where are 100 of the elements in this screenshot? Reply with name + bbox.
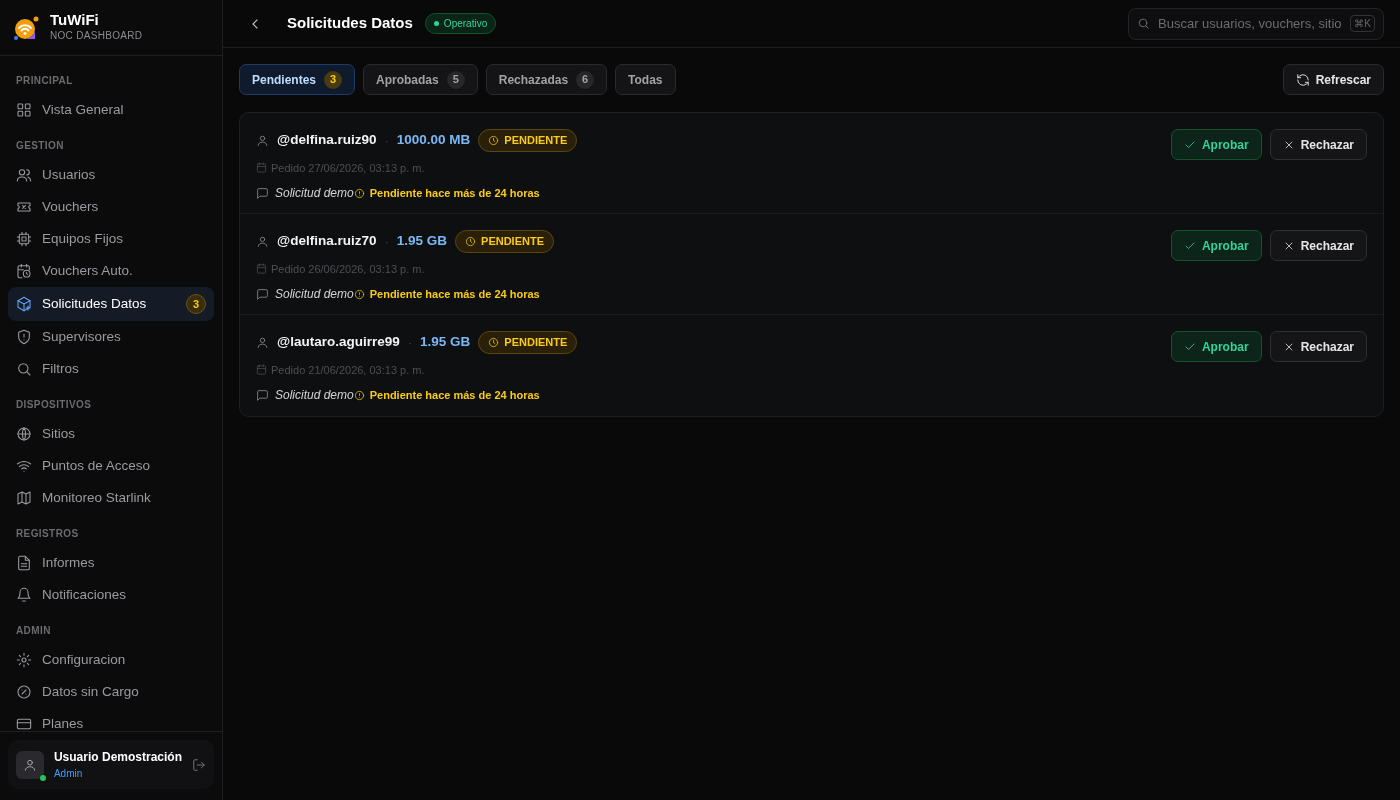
approve-button[interactable]: Aprobar — [1170, 331, 1262, 362]
warning-icon — [353, 187, 365, 199]
filter-tab[interactable]: Rechazadas 6 — [485, 64, 608, 95]
section-heading: PRINCIPAL — [15, 74, 74, 88]
shortcut-key: ⌘K — [1350, 15, 1375, 32]
clock-icon — [488, 134, 500, 146]
request-note: Solicitud demo — [275, 286, 354, 303]
sidebar-item[interactable]: Monitoreo Starlink — [8, 482, 214, 514]
ticket-icon — [16, 199, 32, 215]
reject-button[interactable]: Rechazar — [1269, 230, 1367, 261]
user-icon — [256, 234, 269, 248]
clock-icon — [465, 235, 477, 247]
request-date: Pedido 27/06/2026, 03:13 p. m. — [271, 160, 425, 176]
chip-icon — [16, 231, 32, 247]
sidebar-item[interactable]: Planes — [8, 708, 214, 731]
refresh-button[interactable]: Refrescar — [1282, 64, 1384, 95]
filter-tab[interactable]: Aprobadas 5 — [363, 64, 478, 95]
sidebar-item[interactable]: Supervisores — [8, 321, 214, 353]
user-name: Usuario Demostración — [53, 749, 182, 766]
separator-dot: · — [407, 333, 413, 352]
sidebar-item[interactable]: Solicitudes Datos 3 — [8, 287, 214, 321]
count-badge: 3 — [186, 294, 206, 314]
request-date: Pedido 26/06/2026, 03:13 p. m. — [271, 261, 425, 277]
clock-icon — [488, 336, 500, 348]
reject-button[interactable]: Rechazar — [1269, 331, 1367, 362]
status-badge: PENDIENTE — [455, 230, 555, 253]
section-heading: ADMIN — [15, 624, 52, 638]
sidebar-item[interactable]: Datos sin Cargo — [8, 676, 214, 708]
settings-icon — [16, 652, 32, 668]
filter-tab[interactable]: Todas — [615, 64, 676, 95]
search-field[interactable]: Buscar usuarios, vouchers, sitio — [1156, 12, 1345, 35]
section-heading: DISPOSITIVOS — [15, 398, 93, 412]
reject-button[interactable]: Rechazar — [1269, 129, 1367, 160]
refresh-icon — [1295, 72, 1310, 87]
logout-icon[interactable] — [192, 757, 206, 772]
data-amount: 1000.00 MB — [396, 131, 471, 150]
user-icon — [256, 133, 269, 147]
data-amount: 1.95 GB — [396, 232, 448, 251]
calendar-icon — [256, 162, 267, 174]
sidebar-item[interactable]: Filtros — [8, 353, 214, 385]
request-note: Solicitud demo — [275, 387, 354, 404]
warning-icon — [353, 288, 365, 300]
status-pill: Operativo — [424, 13, 497, 34]
sidebar-item[interactable]: Configuracion — [8, 644, 214, 676]
calendar-icon — [256, 364, 267, 376]
count-badge: 6 — [576, 70, 595, 89]
request-note: Solicitud demo — [275, 185, 354, 202]
box-icon — [16, 296, 32, 312]
approve-button[interactable]: Aprobar — [1170, 230, 1262, 261]
count-badge: 3 — [324, 70, 343, 89]
user-icon — [22, 757, 37, 772]
username: @delfina.ruiz70 — [277, 232, 377, 251]
users-icon — [16, 167, 32, 183]
separator-dot: · — [384, 131, 389, 150]
search-icon — [1137, 17, 1150, 30]
wifi-icon — [16, 458, 32, 474]
brand-subtitle: NOC DASHBOARD — [50, 29, 143, 44]
map-icon — [16, 490, 32, 506]
comment-icon — [256, 287, 269, 301]
grid-icon — [16, 102, 32, 118]
sidebar-item[interactable]: Notificaciones — [8, 579, 214, 611]
status-badge: PENDIENTE — [478, 331, 578, 354]
username: @delfina.ruiz90 — [277, 131, 377, 150]
search-icon — [16, 361, 32, 377]
section-heading: REGISTROS — [15, 527, 80, 541]
username: @lautaro.aguirre99 — [277, 333, 400, 352]
sidebar-item[interactable]: Sitios — [8, 418, 214, 450]
card-icon — [16, 716, 32, 731]
separator-dot: · — [384, 232, 389, 251]
data-amount: 1.95 GB — [420, 333, 471, 352]
calendar-clock-icon — [16, 263, 32, 279]
brand-name: TuWiFi — [50, 11, 100, 29]
warning-text: Pendiente hace más de 24 horas — [369, 387, 540, 403]
warning-text: Pendiente hace más de 24 horas — [369, 185, 540, 201]
bell-icon — [16, 587, 32, 603]
sidebar-item[interactable]: Vista General — [8, 94, 214, 126]
sidebar-item[interactable]: Usuarios — [8, 159, 214, 191]
sidebar-item[interactable]: Equipos Fijos — [8, 223, 214, 255]
globe-icon — [16, 426, 32, 442]
sidebar-item[interactable]: Puntos de Acceso — [8, 450, 214, 482]
sidebar-item[interactable]: Vouchers — [8, 191, 214, 223]
comment-icon — [256, 186, 269, 200]
document-icon — [16, 555, 32, 571]
warning-icon — [353, 389, 365, 401]
user-icon — [256, 335, 269, 349]
shield-icon — [16, 329, 32, 345]
filter-tab[interactable]: Pendientes 3 — [239, 64, 356, 95]
count-badge: 5 — [446, 70, 465, 89]
percent-icon — [16, 684, 32, 700]
calendar-icon — [256, 263, 267, 275]
sidebar-item[interactable]: Informes — [8, 547, 214, 579]
comment-icon — [256, 388, 269, 402]
sidebar-item[interactable]: Vouchers Auto. — [8, 255, 214, 287]
warning-text: Pendiente hace más de 24 horas — [369, 286, 540, 302]
section-heading: GESTION — [15, 139, 65, 153]
request-date: Pedido 21/06/2026, 03:13 p. m. — [271, 362, 425, 378]
status-badge: PENDIENTE — [478, 129, 578, 152]
approve-button[interactable]: Aprobar — [1170, 129, 1262, 160]
user-role: Admin — [53, 767, 84, 781]
page-title: Solicitudes Datos — [287, 13, 413, 34]
